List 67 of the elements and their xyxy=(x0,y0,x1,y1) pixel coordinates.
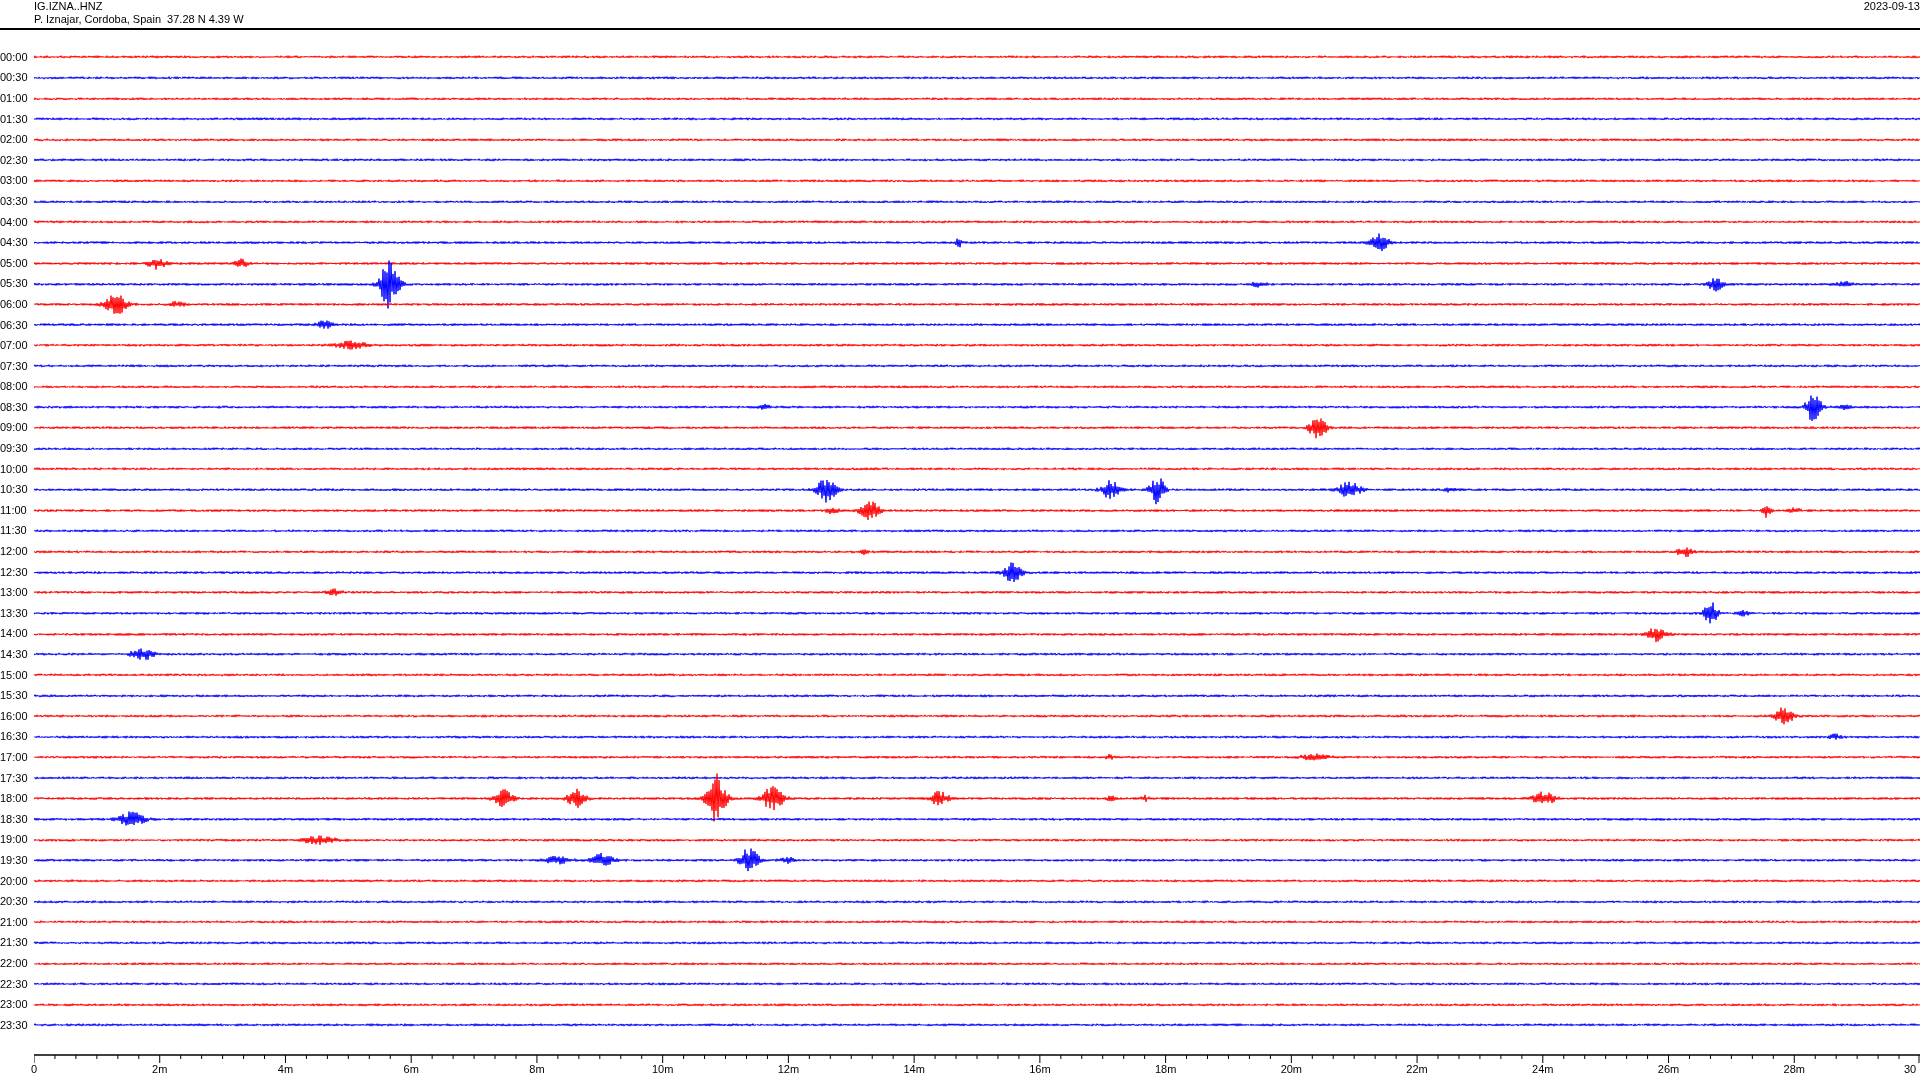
axis-tick-label: 22m xyxy=(1406,1063,1428,1076)
time-label: 15:00 xyxy=(0,668,29,682)
time-label: 21:00 xyxy=(0,915,29,929)
time-label: 01:30 xyxy=(0,112,29,126)
time-label: 10:00 xyxy=(0,462,29,476)
date-label: 2023-09-13 xyxy=(1863,0,1920,13)
axis-tick-label: 4m xyxy=(277,1063,294,1076)
time-label: 11:00 xyxy=(0,503,28,517)
axis-tick-label: 10m xyxy=(651,1063,674,1076)
axis-tick-label: 6m xyxy=(403,1063,419,1076)
axis-tick-label: 26m xyxy=(1657,1063,1680,1076)
time-label: 16:00 xyxy=(0,709,29,723)
axis-tick-label: 12m xyxy=(777,1063,800,1076)
axis-tick-label: 0 xyxy=(30,1063,38,1076)
time-label: 22:30 xyxy=(0,977,29,991)
time-label: 13:30 xyxy=(0,606,29,620)
axis-tick-label: 2m xyxy=(152,1063,168,1076)
time-label: 04:30 xyxy=(0,236,29,250)
time-label: 13:00 xyxy=(0,586,29,600)
time-label: 05:30 xyxy=(0,277,29,291)
time-label: 20:00 xyxy=(0,874,29,888)
time-label: 15:30 xyxy=(0,689,29,703)
time-label: 03:30 xyxy=(0,194,29,208)
axis-tick-label: 14m xyxy=(903,1063,925,1076)
time-label: 07:30 xyxy=(0,359,29,373)
time-label: 06:00 xyxy=(0,297,29,311)
time-label: 07:00 xyxy=(0,339,29,353)
time-label: 06:30 xyxy=(0,318,29,332)
time-label: 23:00 xyxy=(0,998,29,1012)
station-location: P. Iznajar, Cordoba, Spain 37.28 N 4.39 W xyxy=(34,13,244,26)
time-label: 23:30 xyxy=(0,1018,29,1032)
time-label: 18:00 xyxy=(0,792,29,806)
time-label: 00:00 xyxy=(0,50,29,64)
time-label: 21:30 xyxy=(0,936,29,950)
time-label: 09:00 xyxy=(0,421,29,435)
time-label: 08:00 xyxy=(0,380,29,394)
axis-tick-label: 30 xyxy=(1903,1063,1917,1076)
time-label: 02:30 xyxy=(0,153,29,167)
time-label: 09:30 xyxy=(0,442,29,456)
time-label: 11:30 xyxy=(0,524,28,538)
time-label: 20:30 xyxy=(0,895,29,909)
time-label: 12:00 xyxy=(0,545,29,559)
axis-tick-label: 28m xyxy=(1783,1063,1805,1076)
time-label: 16:30 xyxy=(0,730,29,744)
time-label: 04:00 xyxy=(0,215,29,229)
axis-tick-label: 18m xyxy=(1154,1063,1177,1076)
axis-tick-label: 24m xyxy=(1532,1063,1554,1076)
time-label: 00:30 xyxy=(0,71,29,85)
axis-tick-label: 16m xyxy=(1029,1063,1051,1076)
time-label: 03:00 xyxy=(0,174,29,188)
axis-tick-label: 8m xyxy=(529,1063,545,1076)
time-label: 10:30 xyxy=(0,483,29,497)
time-label: 17:30 xyxy=(0,771,29,785)
time-label: 05:00 xyxy=(0,256,29,270)
time-label: 19:30 xyxy=(0,853,29,867)
time-label: 19:00 xyxy=(0,833,29,847)
time-label: 01:00 xyxy=(0,92,29,105)
time-label: 22:00 xyxy=(0,956,29,970)
time-label: 14:30 xyxy=(0,648,29,661)
axis-tick-label: 20m xyxy=(1280,1063,1303,1076)
time-label: 02:00 xyxy=(0,133,29,147)
time-label: 14:00 xyxy=(0,627,29,641)
time-label: 18:30 xyxy=(0,812,29,826)
time-label: 08:30 xyxy=(0,400,29,414)
time-label: 17:00 xyxy=(0,751,29,764)
time-label: 12:30 xyxy=(0,565,29,579)
station-code: IG.IZNA..HNZ xyxy=(34,0,104,13)
